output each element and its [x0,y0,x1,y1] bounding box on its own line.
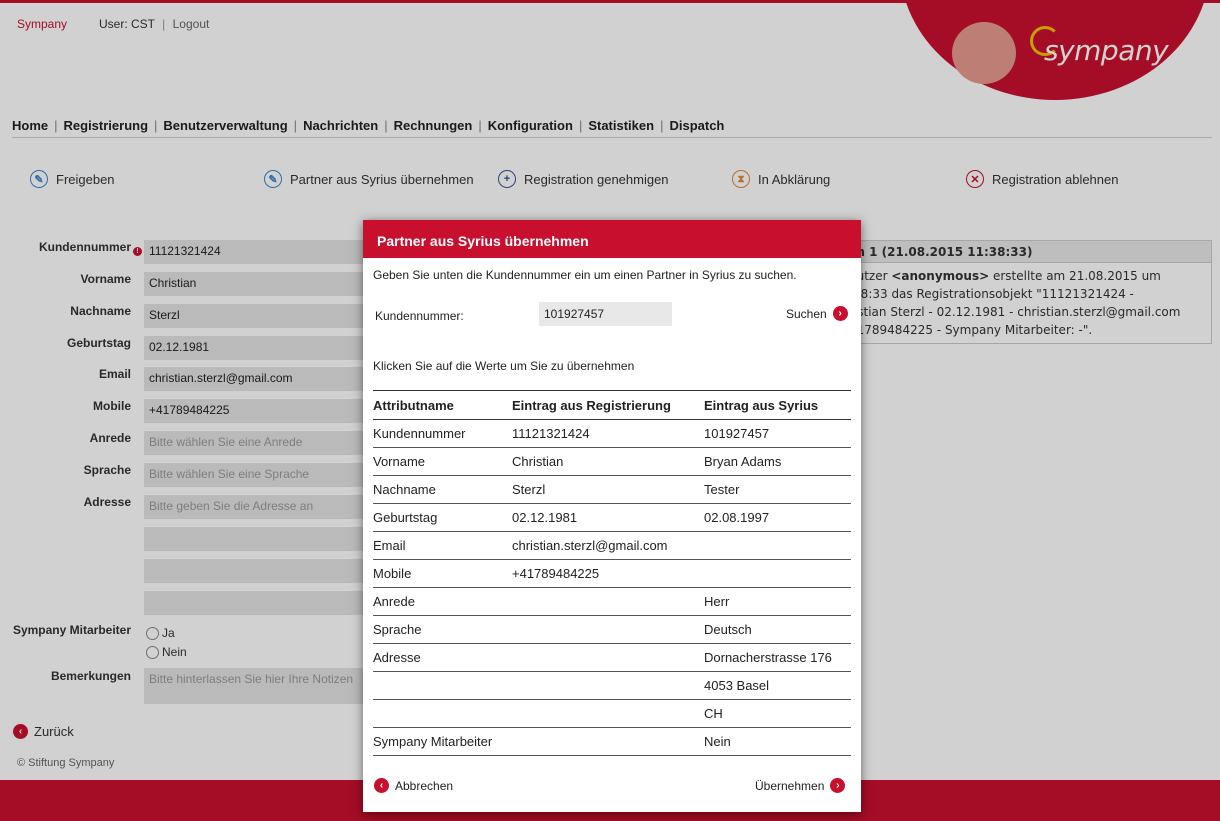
attribute-name [373,699,512,728]
partner-dialog: Partner aus Syrius übernehmen Geben Sie … [363,220,861,812]
table-row: Mobile +41789484225 [373,559,851,588]
table-row: Email christian.sterzl@gmail.com [373,531,851,560]
syrius-value[interactable]: Nein [704,727,851,756]
table-row: Adresse Dornacherstrasse 176 [373,643,851,672]
table-row: CH [373,699,851,728]
column-header-registrierung: Eintrag aus Registrierung [512,390,704,420]
table-row: Anrede Herr [373,587,851,616]
syrius-value[interactable] [704,531,851,560]
syrius-value[interactable]: 101927457 [704,419,851,448]
registration-value[interactable]: Christian [512,447,704,476]
comparison-table: Attributname Eintrag aus Registrierung E… [373,390,851,756]
attribute-name: Kundennummer [373,419,512,448]
registration-value[interactable]: +41789484225 [512,559,704,588]
registration-value[interactable] [512,699,704,728]
attribute-name: Geburtstag [373,503,512,532]
registration-value[interactable] [512,643,704,672]
table-row: Sprache Deutsch [373,615,851,644]
attribute-name: Sprache [373,615,512,644]
attribute-name: Vorname [373,447,512,476]
kundennummer-search-label: Kundennummer: [375,309,464,323]
search-button[interactable]: Suchen › [786,306,848,321]
registration-value[interactable] [512,671,704,700]
table-row: Nachname Sterzl Tester [373,475,851,504]
cancel-label: Abbrechen [395,778,454,793]
attribute-name: Sympany Mitarbeiter [373,727,512,756]
registration-value[interactable] [512,727,704,756]
table-header-row: Attributname Eintrag aus Registrierung E… [373,390,851,420]
table-row: Vorname Christian Bryan Adams [373,447,851,476]
attribute-name [373,671,512,700]
syrius-value[interactable]: Dornacherstrasse 176 [704,643,851,672]
syrius-value[interactable] [704,559,851,588]
kundennummer-search-input[interactable] [539,302,672,326]
registration-value[interactable]: 02.12.1981 [512,503,704,532]
attribute-name: Anrede [373,587,512,616]
registration-value[interactable]: christian.sterzl@gmail.com [512,531,704,560]
attribute-name: Nachname [373,475,512,504]
table-row: Geburtstag 02.12.1981 02.08.1997 [373,503,851,532]
table-row: Sympany Mitarbeiter Nein [373,727,851,756]
chevron-right-icon: › [832,306,848,321]
apply-button[interactable]: Übernehmen › [755,778,846,793]
syrius-value[interactable]: Bryan Adams [704,447,851,476]
attribute-name: Email [373,531,512,560]
chevron-right-icon: › [830,778,846,793]
registration-value[interactable]: 11121321424 [512,419,704,448]
dialog-hint: Klicken Sie auf die Werte um Sie zu über… [373,359,635,373]
dialog-intro: Geben Sie unten die Kundennummer ein um … [373,268,797,282]
syrius-value[interactable]: 4053 Basel [704,671,851,700]
registration-value[interactable]: Sterzl [512,475,704,504]
attribute-name: Adresse [373,643,512,672]
registration-value[interactable] [512,615,704,644]
table-row: Kundennummer 11121321424 101927457 [373,419,851,448]
search-label: Suchen [786,306,827,321]
dialog-title: Partner aus Syrius übernehmen [363,220,861,258]
syrius-value[interactable]: Deutsch [704,615,851,644]
apply-label: Übernehmen [755,778,825,793]
syrius-value[interactable]: Tester [704,475,851,504]
attribute-name: Mobile [373,559,512,588]
chevron-left-icon: ‹ [374,778,389,793]
syrius-value[interactable]: Herr [704,587,851,616]
table-row: 4053 Basel [373,671,851,700]
registration-value[interactable] [512,587,704,616]
cancel-button[interactable]: ‹ Abbrechen [374,778,453,793]
column-header-syrius: Eintrag aus Syrius [704,390,851,420]
syrius-value[interactable]: 02.08.1997 [704,503,851,532]
syrius-value[interactable]: CH [704,699,851,728]
column-header-attribut: Attributname [373,390,512,420]
